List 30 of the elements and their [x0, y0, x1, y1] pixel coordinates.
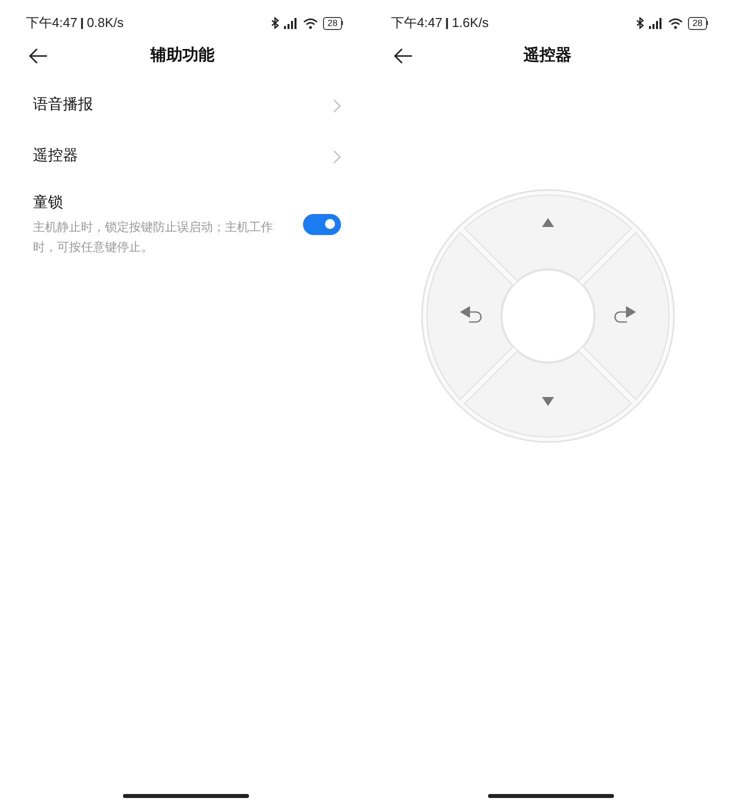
chevron-right-icon — [333, 150, 341, 164]
battery-level: 28 — [323, 16, 342, 30]
up-button[interactable] — [464, 194, 632, 282]
page-title: 辅助功能 — [150, 46, 214, 66]
signal-icon — [284, 18, 298, 28]
status-time: 下午4:47 — [391, 14, 442, 32]
wifi-icon — [303, 18, 318, 28]
down-button[interactable] — [464, 350, 632, 438]
signal-icon — [649, 18, 664, 28]
wifi-icon — [668, 18, 684, 28]
right-turn-button[interactable] — [582, 232, 669, 400]
menu-item[interactable]: 遥控器 — [33, 131, 341, 182]
setting-description: 主机静止时，锁定按键防止误启动；主机工作时，可按任意键停止。 — [33, 218, 273, 256]
back-button[interactable] — [28, 46, 48, 66]
setting-label: 童锁 — [33, 193, 64, 213]
bluetooth-icon — [636, 17, 644, 29]
center-button[interactable] — [501, 270, 594, 362]
menu-item[interactable]: 语音播报 — [33, 80, 341, 131]
left-turn-button[interactable] — [426, 232, 513, 400]
back-arrow-icon — [28, 46, 48, 66]
page-title: 遥控器 — [524, 45, 572, 66]
back-button[interactable] — [393, 46, 413, 66]
bluetooth-icon — [271, 17, 280, 29]
network-speed: 0.8K/s — [86, 14, 124, 32]
toggle-switch[interactable] — [303, 214, 341, 235]
back-arrow-icon — [393, 46, 413, 66]
battery-level: 28 — [688, 16, 706, 30]
chevron-right-icon — [333, 98, 341, 112]
status-time: 下午4:47 — [26, 14, 78, 32]
network-speed: 1.6K/s — [452, 14, 489, 32]
